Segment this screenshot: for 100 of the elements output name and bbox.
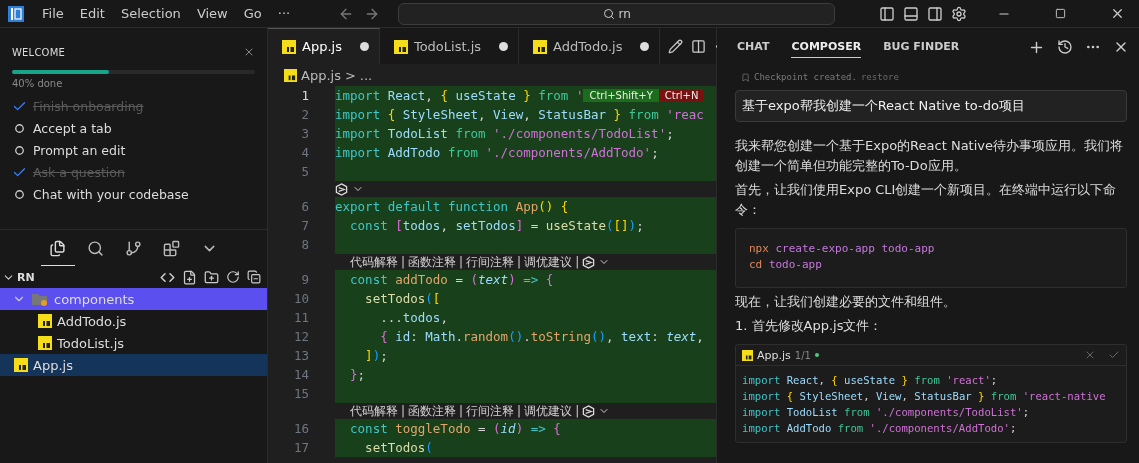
menu-item[interactable]: ··· (269, 6, 299, 21)
separator: | (517, 404, 522, 418)
line-number: 8 (300, 237, 310, 252)
file-name: TodoList.js (57, 335, 125, 351)
sidebar-toggle-icon[interactable] (879, 5, 895, 22)
collapse-all-icon[interactable] (247, 269, 261, 284)
task-label[interactable]: Prompt an edit (33, 142, 126, 158)
code-line: setTodos([ (364, 291, 441, 306)
line-number: 9 (300, 272, 310, 287)
new-file-icon[interactable] (182, 269, 197, 285)
code-lens-link[interactable]: 函数注释 (408, 253, 457, 271)
line-number: 3 (300, 126, 310, 141)
line-number: 16 (292, 421, 310, 436)
tree-item[interactable]: components (0, 288, 267, 310)
refresh-icon[interactable] (226, 269, 240, 284)
task-label[interactable]: Accept a tab (33, 120, 112, 136)
checkpoint-text: Checkpoint created. (754, 72, 857, 82)
new-folder-icon[interactable] (204, 269, 219, 285)
code-lens-link[interactable]: 代码解释 (350, 402, 398, 420)
secondary-sidebar-icon[interactable] (927, 5, 943, 22)
change-count: 1/1 (794, 349, 811, 361)
search-field[interactable]: rn (398, 2, 836, 25)
branch-icon (125, 240, 142, 257)
tree-item[interactable]: App.js (0, 354, 267, 376)
code-lens-link[interactable]: 代码解释 (350, 253, 398, 271)
message-text: 我来帮您创建一个基于Expo的React Native待办事项应用。我们将创建一个简单但功能完整的To-Do应用。 (735, 137, 1124, 175)
search-icon (87, 240, 104, 257)
menu-item[interactable]: Go (235, 6, 270, 21)
js-file-icon (742, 349, 753, 361)
extensions-icon (163, 240, 180, 257)
line-number: 11 (292, 310, 310, 325)
code-lens-link[interactable]: 函数注释 (408, 402, 457, 420)
line-number: 4 (300, 145, 310, 160)
menu-item[interactable]: View (188, 6, 236, 21)
line-number: 1 (300, 88, 310, 103)
separator: | (459, 404, 464, 418)
editor-tab[interactable]: App.js (268, 28, 380, 64)
app-logo-icon (8, 5, 24, 22)
panel-toggle-icon[interactable] (903, 5, 919, 22)
tree-item[interactable]: AddTodo.js (0, 310, 267, 332)
tree-item[interactable]: TodoList.js (0, 332, 267, 354)
ai-hexagon-icon[interactable] (582, 404, 596, 418)
split-editor-icon[interactable] (691, 38, 707, 54)
breadcrumb-item[interactable]: ... (359, 67, 373, 83)
accept-icon[interactable] (1108, 349, 1120, 361)
separator: | (459, 255, 464, 269)
panel-tab[interactable]: BUG FINDER (883, 36, 960, 58)
folder-icon (31, 291, 49, 307)
shortcut-badge[interactable]: Ctrl+N (658, 89, 705, 102)
search-icon (602, 7, 615, 20)
ai-hexagon-icon[interactable] (335, 182, 348, 196)
reject-icon[interactable] (1084, 349, 1096, 361)
history-icon[interactable] (1057, 39, 1073, 55)
menu-item[interactable]: Selection (112, 6, 189, 21)
code-line: npx create-expo-app todo-app (749, 241, 936, 257)
ai-hexagon-icon[interactable] (582, 255, 596, 269)
maximize-icon[interactable] (1055, 8, 1066, 19)
panel-tab[interactable]: CHAT (737, 36, 770, 58)
code-line: import TodoList from './components/TodoList'; (335, 126, 674, 141)
breadcrumb-item[interactable]: App.js (301, 67, 341, 83)
task-label[interactable]: Chat with your codebase (33, 186, 189, 202)
code-line: import { StyleSheet, View, StatusBar } from 'react-native (742, 389, 1107, 404)
code-line: }; (349, 367, 366, 382)
code-lens-link[interactable]: 行间注释 (466, 253, 515, 271)
js-file-icon (284, 68, 297, 82)
file-name: AddTodo.js (57, 313, 127, 329)
close-icon[interactable] (243, 46, 255, 58)
code-lens-link[interactable]: 调优建议 (524, 253, 573, 271)
code-line: import React, { useState } from ' (335, 88, 584, 103)
breadcrumb-separator: > (344, 67, 356, 83)
js-file-icon (282, 39, 296, 54)
file-name: App.js (33, 357, 73, 373)
separator: | (575, 404, 580, 418)
line-number: 14 (292, 367, 310, 382)
close-icon[interactable] (1110, 6, 1125, 21)
code-line: ...todos, (379, 310, 448, 325)
bookmark-icon (741, 72, 750, 82)
settings-icon[interactable] (951, 5, 967, 22)
explorer-title: RN (17, 270, 36, 284)
code-lens-link[interactable]: 调优建议 (524, 402, 573, 420)
line-number: 13 (292, 348, 310, 363)
line-number: 12 (292, 329, 310, 344)
code-line: import { StyleSheet, View, StatusBar } from 'reac (335, 107, 704, 122)
pencil-icon[interactable] (668, 38, 684, 54)
line-number: 10 (292, 291, 310, 306)
panel-tab[interactable]: COMPOSER (791, 36, 862, 58)
code-line: import TodoList from './components/TodoList'; (742, 405, 1031, 420)
file-name: App.js (757, 348, 791, 362)
shortcut-badge[interactable]: Ctrl+Shift+Y (583, 89, 659, 102)
code-line: setTodos( (364, 440, 433, 455)
menu-item[interactable]: File (34, 6, 72, 21)
code-line: const [todos, setTodos] = useState([]); (349, 218, 644, 233)
js-file-icon (38, 314, 52, 328)
code-lens-link[interactable]: 行间注释 (466, 402, 515, 420)
line-number: 5 (300, 164, 310, 179)
separator: | (401, 404, 406, 418)
code-line: export default function App() { (335, 199, 569, 214)
code-line: import React, { useState } from 'react'; (742, 373, 999, 388)
menu-item[interactable]: Edit (71, 6, 113, 21)
message-text: 首先，让我们使用Expo CLI创建一个新项目。在终端中运行以下命令： (735, 181, 1118, 219)
